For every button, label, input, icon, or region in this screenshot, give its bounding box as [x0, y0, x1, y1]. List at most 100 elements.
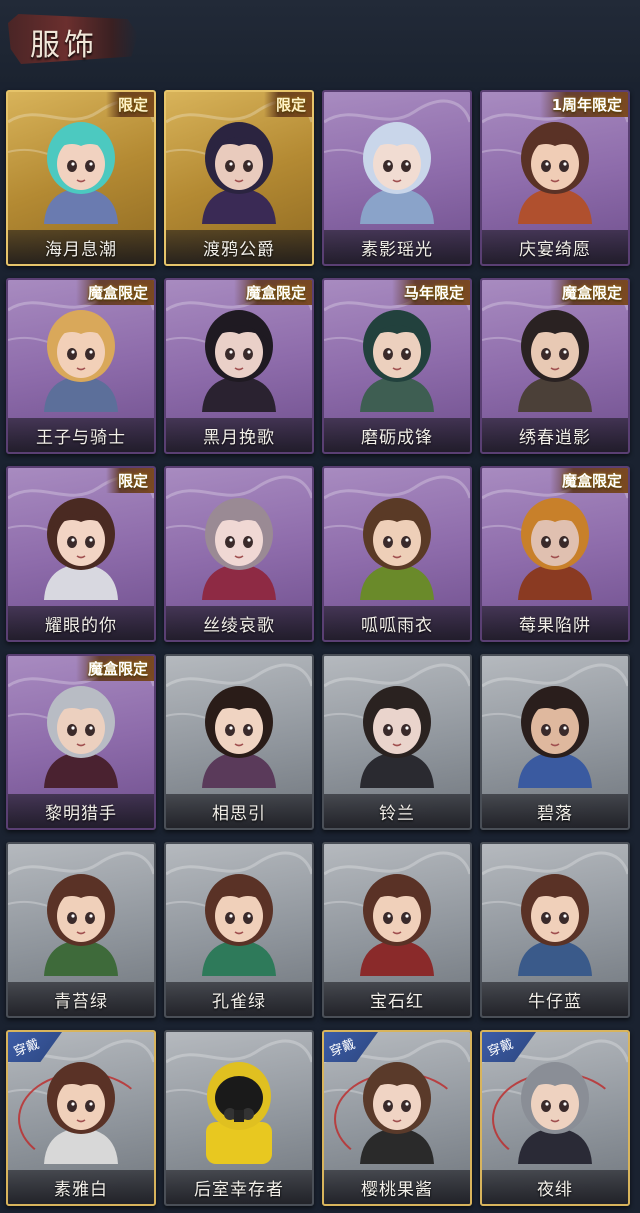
costume-card[interactable]: 碧落 [480, 654, 630, 830]
costume-card[interactable]: 穿戴 夜绯 [480, 1030, 630, 1206]
card-label-bar: 夜绯 [482, 1170, 628, 1204]
costume-card[interactable]: 魔盒限定黎明猎手 [6, 654, 156, 830]
character-portrait [518, 1062, 592, 1164]
card-label-bar: 黎明猎手 [8, 794, 154, 828]
character-portrait [44, 122, 118, 224]
limited-tag: 马年限定 [391, 280, 470, 305]
costume-name: 磨砺成锋 [361, 427, 433, 448]
character-portrait [360, 122, 434, 224]
card-label-bar: 樱桃果酱 [324, 1170, 470, 1204]
costume-card[interactable]: 限定海月息潮 [6, 90, 156, 266]
limited-tag: 魔盒限定 [75, 280, 154, 305]
costume-name: 海月息潮 [45, 239, 117, 260]
costume-card[interactable]: 穿戴素雅白 [6, 1030, 156, 1206]
card-label-bar: 牛仔蓝 [482, 982, 628, 1016]
costume-card[interactable]: 魔盒限定黑月挽歌 [164, 278, 314, 454]
equipped-label: 穿戴 [327, 1036, 358, 1060]
costume-card[interactable]: 限定耀眼的你 [6, 466, 156, 642]
character-portrait [360, 686, 434, 788]
costume-name: 铃兰 [379, 803, 415, 824]
card-label-bar: 磨砺成锋 [324, 418, 470, 452]
character-portrait [202, 874, 276, 976]
character-portrait [518, 122, 592, 224]
limited-tag: 限定 [105, 92, 154, 117]
costume-name: 牛仔蓝 [528, 991, 582, 1012]
header-bar: 服饰 [0, 0, 640, 82]
costume-card[interactable]: 丝绫哀歌 [164, 466, 314, 642]
costume-card[interactable]: 相思引 [164, 654, 314, 830]
costume-name: 素雅白 [54, 1179, 108, 1200]
costume-name: 素影瑶光 [361, 239, 433, 260]
costume-name: 莓果陷阱 [519, 615, 591, 636]
limited-tag: 限定 [263, 92, 312, 117]
card-label-bar: 孔雀绿 [166, 982, 312, 1016]
equipped-label: 穿戴 [11, 1036, 42, 1060]
character-portrait [44, 874, 118, 976]
character-portrait [360, 310, 434, 412]
character-portrait [44, 1062, 118, 1164]
costume-name: 渡鸦公爵 [203, 239, 275, 260]
card-label-bar: 相思引 [166, 794, 312, 828]
card-label-bar: 黑月挽歌 [166, 418, 312, 452]
card-label-bar: 素雅白 [8, 1170, 154, 1204]
costume-card[interactable]: 魔盒限定莓果陷阱 [480, 466, 630, 642]
character-portrait [360, 1062, 434, 1164]
limited-tag: 魔盒限定 [549, 280, 628, 305]
costume-name: 绣春逍影 [519, 427, 591, 448]
costume-name: 相思引 [212, 803, 266, 824]
page-title: 服饰 [30, 28, 98, 63]
character-portrait [202, 686, 276, 788]
costume-name: 樱桃果酱 [361, 1179, 433, 1200]
limited-tag: 魔盒限定 [549, 468, 628, 493]
costume-card[interactable]: 青苔绿 [6, 842, 156, 1018]
limited-tag: 魔盒限定 [233, 280, 312, 305]
costume-name: 黎明猎手 [45, 803, 117, 824]
character-portrait [518, 498, 592, 600]
costume-card[interactable]: 素影瑶光 [322, 90, 472, 266]
character-portrait [202, 498, 276, 600]
costume-grid: 限定 海月息潮 限定 渡鸦公爵 素影瑶光 1周年限定 庆宴绮愿 魔盒限定 王子与骑士 魔盒限定 黑月… [6, 90, 630, 1206]
card-label-bar: 青苔绿 [8, 982, 154, 1016]
card-label-bar: 海月息潮 [8, 230, 154, 264]
card-label-bar: 呱呱雨衣 [324, 606, 470, 640]
costume-card[interactable]: 魔盒限定 王子与骑士 [6, 278, 156, 454]
costume-name: 后室幸存者 [194, 1179, 284, 1200]
costume-name: 孔雀绿 [212, 991, 266, 1012]
costume-name: 黑月挽歌 [203, 427, 275, 448]
costume-card[interactable]: 牛仔蓝 [480, 842, 630, 1018]
costume-card[interactable]: 魔盒限定绣春逍影 [480, 278, 630, 454]
costume-card[interactable]: 穿戴樱桃果酱 [322, 1030, 472, 1206]
costume-card[interactable]: 铃兰 [322, 654, 472, 830]
character-portrait [518, 686, 592, 788]
card-label-bar: 渡鸦公爵 [166, 230, 312, 264]
card-label-bar: 碧落 [482, 794, 628, 828]
limited-tag: 魔盒限定 [75, 656, 154, 681]
character-portrait [44, 310, 118, 412]
character-portrait [518, 874, 592, 976]
limited-tag: 限定 [105, 468, 154, 493]
costume-name: 呱呱雨衣 [361, 615, 433, 636]
costume-card[interactable]: 1周年限定庆宴绮愿 [480, 90, 630, 266]
costume-name: 青苔绿 [54, 991, 108, 1012]
character-portrait [360, 874, 434, 976]
card-label-bar: 莓果陷阱 [482, 606, 628, 640]
costume-card[interactable]: 呱呱雨衣 [322, 466, 472, 642]
card-label-bar: 铃兰 [324, 794, 470, 828]
costume-name: 庆宴绮愿 [519, 239, 591, 260]
equipped-label: 穿戴 [485, 1036, 516, 1060]
costume-name: 碧落 [537, 803, 573, 824]
costume-card[interactable]: 后室幸存者 [164, 1030, 314, 1206]
costume-card[interactable]: 孔雀绿 [164, 842, 314, 1018]
character-portrait [360, 498, 434, 600]
costume-card[interactable]: 马年限定磨砺成锋 [322, 278, 472, 454]
character-portrait [202, 122, 276, 224]
costume-card[interactable]: 限定渡鸦公爵 [164, 90, 314, 266]
card-label-bar: 庆宴绮愿 [482, 230, 628, 264]
costume-name: 丝绫哀歌 [203, 615, 275, 636]
character-portrait [202, 310, 276, 412]
card-label-bar: 宝石红 [324, 982, 470, 1016]
costume-name: 耀眼的你 [45, 615, 117, 636]
costume-name: 宝石红 [370, 991, 424, 1012]
limited-tag: 1周年限定 [539, 92, 628, 117]
costume-card[interactable]: 宝石红 [322, 842, 472, 1018]
